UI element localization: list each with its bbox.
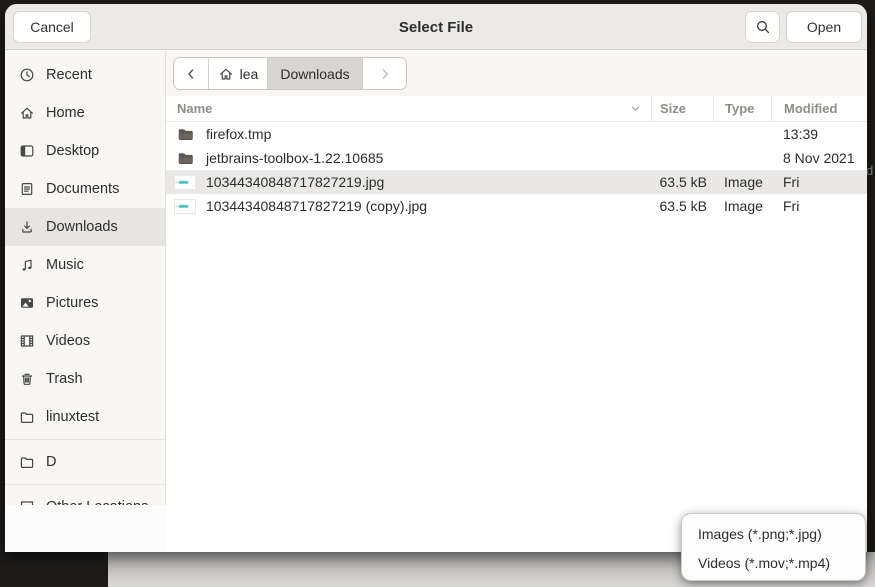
sidebar-item-home[interactable]: Home [5,94,165,132]
desktop-icon [19,143,35,159]
file-row[interactable]: firefox.tmp 13:39 [166,122,867,146]
pathbar-current-button[interactable]: Downloads [268,58,363,89]
forward-button[interactable] [363,58,406,89]
videos-icon [19,333,35,349]
sidebar-item-label: Desktop [46,143,99,159]
column-header-name[interactable]: Name [166,96,651,121]
screen: d Cancel Select File Open Recent Home Desk… [0,0,875,587]
file-rows: firefox.tmp 13:39 jetbrains-toolbox-1.22.1… [166,122,867,218]
sidebar-separator [5,439,165,440]
headerbar: Cancel Select File Open [5,4,867,50]
image-thumbnail-icon [173,199,197,214]
places-sidebar: Recent Home Desktop Documents Downloads Music… [5,51,166,505]
sidebar-item-label: linuxtest [46,409,99,425]
sidebar-item-label: D [46,454,56,470]
clock-icon [19,67,35,83]
sidebar-item-pictures[interactable]: Pictures [5,284,165,322]
file-size: 63.5 kB [651,174,713,190]
sidebar-item-label: Trash [46,371,83,387]
main-area: lea Downloads Name Size Type M [166,51,867,552]
image-thumbnail-icon [173,175,197,190]
sidebar-item-documents[interactable]: Documents [5,170,165,208]
background-text-artifact: d [866,163,873,178]
file-name: 10344340848717827219 (copy).jpg [206,198,427,214]
file-modified: Fri [771,174,867,190]
file-modified: 8 Nov 2021 [771,150,867,166]
sidebar-item-label: Music [46,257,84,273]
file-name: 10344340848717827219.jpg [206,174,384,190]
back-button[interactable] [174,58,209,89]
file-size: 63.5 kB [651,198,713,214]
other-locations-icon [19,499,35,505]
folder-solid-icon [173,126,197,142]
file-row[interactable]: 10344340848717827219 (copy).jpg 63.5 kBIm… [166,194,867,218]
chevron-right-icon [377,66,393,82]
list-header: Name Size Type Modified [166,96,867,122]
sidebar-item-trash[interactable]: Trash [5,360,165,398]
sidebar-item-label: Pictures [46,295,98,311]
sidebar-item-label: Downloads [46,219,118,235]
dialog-title: Select File [5,4,867,50]
sidebar-item-desktop[interactable]: Desktop [5,132,165,170]
pathbar: lea Downloads [173,57,407,90]
sidebar-item-d[interactable]: D [5,443,165,481]
folder-icon [19,409,35,425]
sidebar-item-linuxtest[interactable]: linuxtest [5,398,165,436]
sidebar-separator [5,484,165,485]
sidebar-item-label: Other Locations [46,499,148,505]
column-header-type[interactable]: Type [713,96,771,121]
home-icon [218,66,234,82]
file-type: Image [713,174,771,190]
file-row[interactable]: 10344340848717827219.jpg 63.5 kBImageFri [166,170,867,194]
file-name: jetbrains-toolbox-1.22.10685 [206,150,383,166]
file-chooser-dialog: Cancel Select File Open Recent Home Deskto… [5,4,867,552]
pathbar-row: lea Downloads [166,51,867,96]
column-header-modified[interactable]: Modified [771,96,867,121]
downloads-icon [19,219,35,235]
open-button[interactable]: Open [786,11,862,43]
search-button[interactable] [745,11,780,43]
sidebar-item-label: Recent [46,67,92,83]
documents-icon [19,181,35,197]
folder-icon [19,454,35,470]
filter-option[interactable]: Images (*.png;*.jpg) [682,519,865,548]
sidebar-item-label: Videos [46,333,90,349]
pictures-icon [19,295,35,311]
file-filter-popup: Images (*.png;*.jpg)Videos (*.mov;*.mp4) [681,513,866,581]
sidebar-item-downloads[interactable]: Downloads [5,208,165,246]
dialog-body: Recent Home Desktop Documents Downloads Music… [5,51,867,552]
file-modified: Fri [771,198,867,214]
chevron-down-icon [627,101,643,117]
filter-option[interactable]: Videos (*.mov;*.mp4) [682,548,865,577]
sidebar-item-label: Home [46,105,85,121]
sidebar-item-videos[interactable]: Videos [5,322,165,360]
music-icon [19,257,35,273]
home-icon [19,105,35,121]
search-icon [755,19,771,35]
chevron-left-icon [183,66,199,82]
file-name: firefox.tmp [206,126,271,142]
trash-icon [19,371,35,387]
pathbar-home-button[interactable]: lea [209,58,268,89]
file-modified: 13:39 [771,126,867,142]
column-header-size[interactable]: Size [651,96,713,121]
file-list: Name Size Type Modified firefox.tmp 13:39… [166,96,867,552]
sidebar-item-label: Documents [46,181,119,197]
pathbar-home-label: lea [240,66,259,82]
file-type: Image [713,198,771,214]
sidebar-item-other-locations[interactable]: Other Locations [5,488,165,505]
file-row[interactable]: jetbrains-toolbox-1.22.10685 8 Nov 2021 [166,146,867,170]
sidebar-item-recent[interactable]: Recent [5,56,165,94]
folder-solid-icon [173,150,197,166]
sidebar-item-music[interactable]: Music [5,246,165,284]
